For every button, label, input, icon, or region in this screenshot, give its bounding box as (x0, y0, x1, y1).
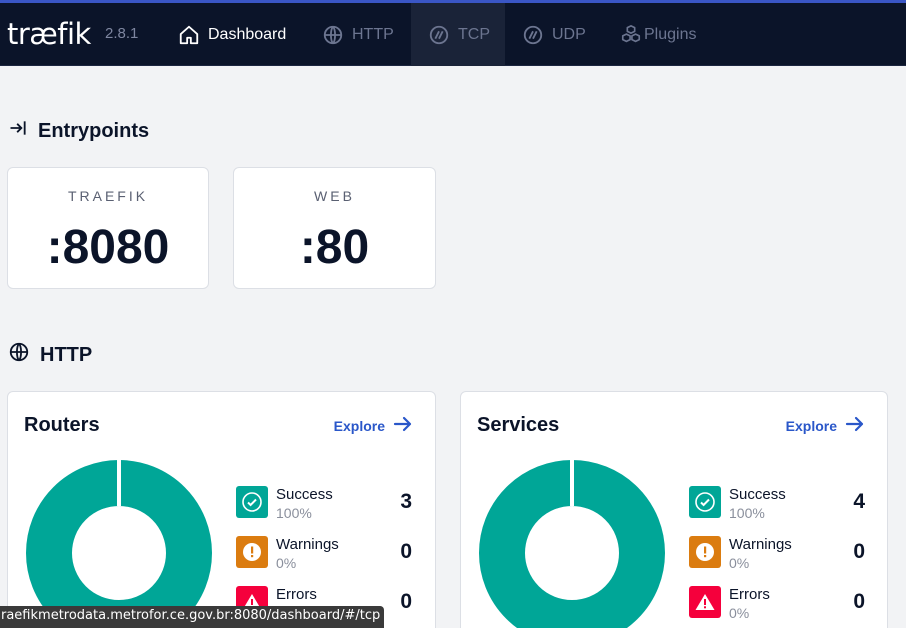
services-explore-link[interactable]: Explore (786, 416, 865, 435)
entrypoint-icon (8, 118, 28, 144)
globe-icon (8, 341, 30, 369)
udp-icon (522, 24, 544, 46)
stat-label: Errors (276, 586, 317, 603)
nav-udp[interactable]: UDP (522, 3, 586, 66)
entrypoint-card-traefik[interactable]: TRAEFIK :8080 (7, 167, 209, 289)
browser-status-url: raefikmetrodata.metrofor.ce.gov.br:8080/… (0, 606, 385, 628)
stat-count: 0 (853, 590, 865, 613)
nav-tcp[interactable]: TCP (411, 3, 505, 66)
stat-count: 3 (400, 490, 412, 513)
error-icon (689, 586, 721, 618)
routers-panel: Routers Explore Success 100% 3 Warnings … (7, 391, 436, 628)
nav-dashboard[interactable]: Dashboard (178, 3, 286, 66)
explore-label: Explore (333, 417, 385, 434)
routers-warnings-stat: Warnings 0% 0 (236, 536, 416, 576)
entrypoint-name: TRAEFIK (67, 188, 149, 204)
traefik-logo[interactable]: træfik (7, 17, 91, 51)
top-navbar: træfik 2.8.1 Dashboard HTTP TCP UDP Plug… (0, 0, 906, 66)
version-label: 2.8.1 (105, 25, 139, 42)
check-icon (689, 486, 721, 518)
stat-percent: 0% (729, 605, 750, 621)
entrypoint-port: :8080 (46, 221, 170, 274)
http-heading: HTTP (8, 341, 92, 369)
arrow-right-icon (845, 416, 865, 435)
entrypoints-heading: Entrypoints (8, 118, 149, 144)
services-warnings-stat: Warnings 0% 0 (689, 536, 869, 576)
stat-label: Success (729, 486, 786, 503)
arrow-right-icon (393, 416, 413, 435)
stat-count: 0 (400, 540, 412, 563)
explore-label: Explore (785, 417, 837, 434)
services-errors-stat: Errors 0% 0 (689, 586, 869, 626)
routers-explore-link[interactable]: Explore (334, 416, 413, 435)
stat-count: 0 (400, 590, 412, 613)
check-icon (236, 486, 268, 518)
entrypoint-card-web[interactable]: WEB :80 (233, 167, 436, 289)
globe-icon (322, 24, 344, 46)
nav-dashboard-label: Dashboard (208, 25, 287, 43)
entrypoints-title: Entrypoints (38, 119, 150, 142)
nav-udp-label: UDP (552, 25, 586, 43)
stat-percent: 0% (729, 555, 750, 571)
http-title: HTTP (40, 343, 93, 366)
stat-count: 0 (853, 540, 865, 563)
stat-label: Warnings (276, 536, 339, 553)
services-donut-chart (479, 458, 665, 628)
routers-donut-chart (26, 458, 212, 628)
plugins-icon (620, 24, 642, 46)
nav-http[interactable]: HTTP (322, 3, 394, 66)
entrypoint-port: :80 (299, 221, 370, 274)
stat-percent: 100% (276, 505, 312, 521)
nav-plugins-label: Plugins (644, 25, 697, 43)
stat-label: Success (276, 486, 333, 503)
entrypoint-name: WEB (314, 188, 355, 204)
stat-label: Warnings (729, 536, 792, 553)
routers-success-stat: Success 100% 3 (236, 486, 416, 526)
stat-percent: 100% (729, 505, 765, 521)
services-success-stat: Success 100% 4 (689, 486, 869, 526)
services-title: Services (477, 414, 560, 436)
nav-http-label: HTTP (352, 25, 394, 43)
services-panel: Services Explore Success 100% 4 Warnings… (460, 391, 888, 628)
nav-plugins[interactable]: Plugins (620, 3, 696, 66)
stat-count: 4 (853, 490, 865, 513)
stat-label: Errors (729, 586, 770, 603)
stat-percent: 0% (276, 555, 297, 571)
warning-icon (236, 536, 268, 568)
warning-icon (689, 536, 721, 568)
routers-title: Routers (24, 414, 100, 436)
nav-tcp-label: TCP (458, 25, 490, 43)
tcp-icon (428, 24, 450, 46)
home-icon (178, 24, 200, 46)
